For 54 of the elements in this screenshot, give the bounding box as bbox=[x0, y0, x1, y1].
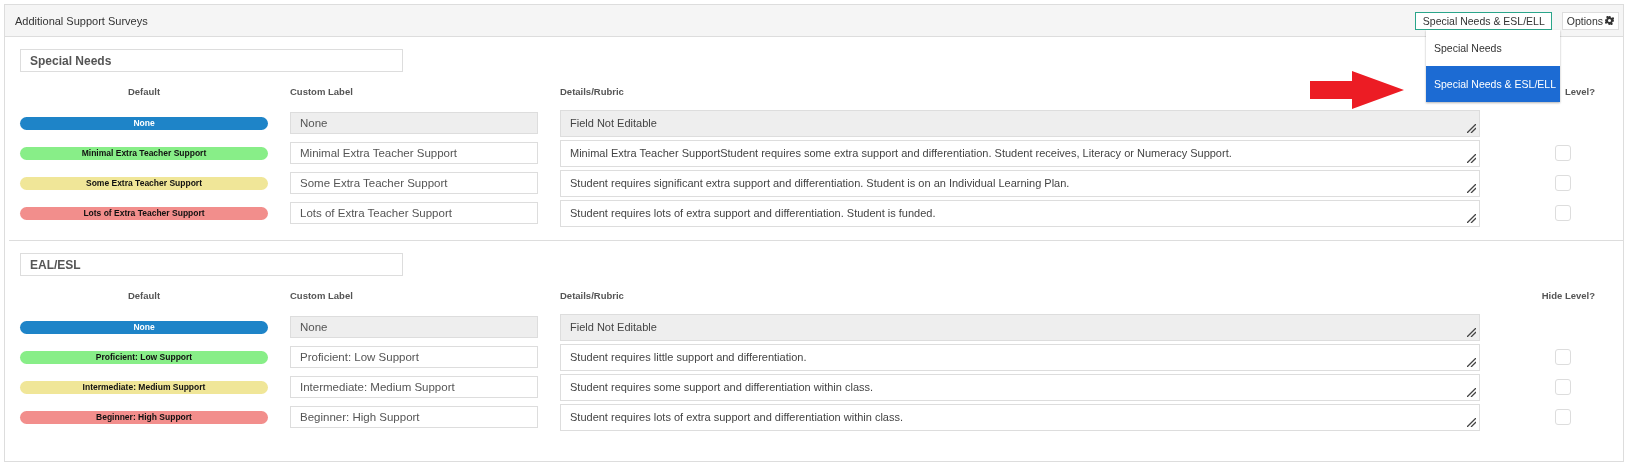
options-button[interactable]: Options bbox=[1561, 11, 1619, 30]
custom-label-field[interactable]: Minimal Extra Teacher Support bbox=[290, 142, 538, 164]
panel-title: Additional Support Surveys bbox=[15, 14, 148, 27]
details-field[interactable]: Student requires lots of extra support and differentiation. Student is funded. bbox=[560, 199, 1480, 227]
custom-label-field[interactable]: None bbox=[290, 316, 538, 338]
custom-label-field[interactable]: Beginner: High Support bbox=[290, 406, 538, 428]
section-title-field[interactable]: EAL/ESL bbox=[20, 253, 403, 276]
level-pill: Intermediate: Medium Support bbox=[20, 380, 268, 394]
column-header: Custom Label bbox=[290, 86, 353, 98]
details-field[interactable]: Student requires lots of extra support and differentiation within class. bbox=[560, 403, 1480, 431]
column-header: Custom Label bbox=[290, 290, 353, 302]
level-pill: Some Extra Teacher Support bbox=[20, 176, 268, 190]
gear-icon bbox=[1605, 16, 1614, 25]
custom-label-field[interactable]: None bbox=[290, 112, 538, 134]
column-header: Details/Rubric bbox=[560, 290, 624, 302]
column-header: Default bbox=[127, 290, 161, 302]
details-field[interactable]: Field Not Editable bbox=[560, 109, 1480, 137]
level-pill: Beginner: High Support bbox=[20, 410, 268, 424]
resize-grip-icon bbox=[1467, 357, 1476, 367]
resize-grip-icon bbox=[1467, 153, 1476, 163]
hide-level-checkbox[interactable] bbox=[1554, 205, 1571, 221]
resize-grip-icon bbox=[1467, 417, 1476, 427]
level-pill: None bbox=[20, 320, 268, 334]
hide-level-checkbox[interactable] bbox=[1554, 409, 1571, 425]
level-pill: Proficient: Low Support bbox=[20, 350, 268, 364]
details-field[interactable]: Student requires some support and differentiation within class. bbox=[560, 373, 1480, 401]
hide-level-checkbox[interactable] bbox=[1554, 349, 1571, 365]
section-title-field[interactable]: Special Needs bbox=[20, 49, 403, 72]
column-header: Level? bbox=[1564, 86, 1595, 98]
hide-level-checkbox[interactable] bbox=[1554, 175, 1571, 191]
survey-select[interactable]: Special Needs & ESL/ELL bbox=[1414, 11, 1552, 30]
details-field[interactable]: Student requires little support and differentiation. bbox=[560, 343, 1480, 371]
level-pill: Lots of Extra Teacher Support bbox=[20, 206, 268, 220]
level-pill: Minimal Extra Teacher Support bbox=[20, 146, 268, 160]
custom-label-field[interactable]: Lots of Extra Teacher Support bbox=[290, 202, 538, 224]
resize-grip-icon bbox=[1467, 327, 1476, 337]
resize-grip-icon bbox=[1467, 123, 1476, 133]
custom-label-field[interactable]: Intermediate: Medium Support bbox=[290, 376, 538, 398]
column-header: Details/Rubric bbox=[560, 86, 624, 98]
details-field[interactable]: Field Not Editable bbox=[560, 313, 1480, 341]
hide-level-checkbox[interactable] bbox=[1554, 379, 1571, 395]
details-field[interactable]: Minimal Extra Teacher SupportStudent requires some extra support and differentiation. Student receives, Literacy or Numeracy Support. bbox=[560, 139, 1480, 167]
resize-grip-icon bbox=[1467, 183, 1476, 193]
details-field[interactable]: Student requires significant extra support and differentiation. Student is on an Individual Learning Plan. bbox=[560, 169, 1480, 197]
resize-grip-icon bbox=[1467, 213, 1476, 223]
resize-grip-icon bbox=[1467, 387, 1476, 397]
level-pill: None bbox=[20, 116, 268, 130]
dropdown-option[interactable]: Special Needs bbox=[1426, 30, 1560, 66]
column-header: Hide Level? bbox=[1541, 290, 1595, 302]
hide-level-checkbox[interactable] bbox=[1554, 145, 1571, 161]
dropdown-option[interactable]: Special Needs & ESL/ELL bbox=[1426, 66, 1560, 102]
custom-label-field[interactable]: Proficient: Low Support bbox=[290, 346, 538, 368]
column-header: Default bbox=[127, 86, 161, 98]
custom-label-field[interactable]: Some Extra Teacher Support bbox=[290, 172, 538, 194]
